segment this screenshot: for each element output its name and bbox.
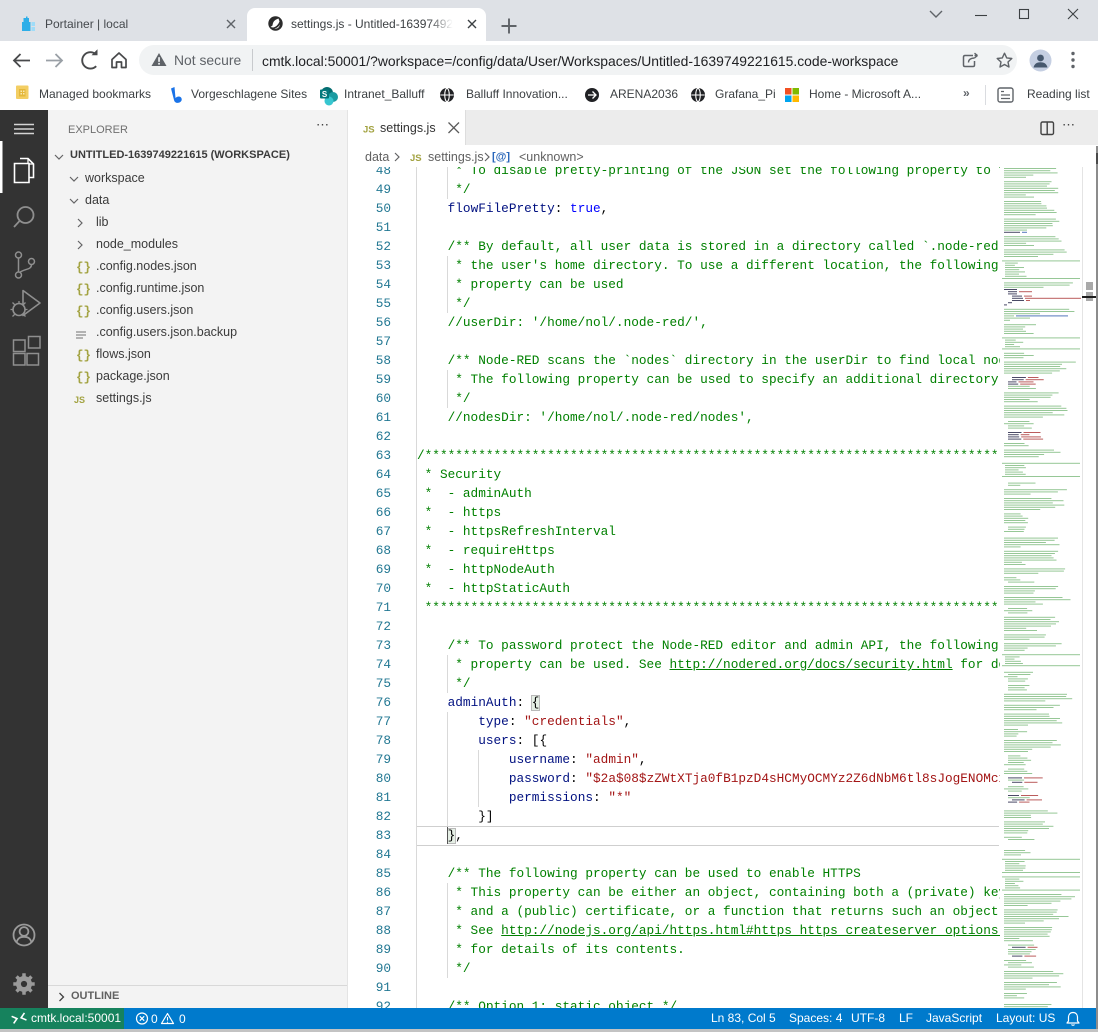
- svg-text:{}: {}: [76, 283, 91, 297]
- svg-text:0: 0: [151, 1012, 158, 1026]
- svg-text:0: 0: [179, 1012, 186, 1026]
- svg-text:{}: {}: [76, 349, 91, 363]
- svg-text:JS: JS: [410, 153, 422, 163]
- svg-text:JS: JS: [363, 125, 375, 136]
- svg-text:{}: {}: [76, 371, 91, 385]
- svg-text:S: S: [322, 90, 328, 99]
- svg-text:JS: JS: [74, 395, 85, 405]
- svg-text:{}: {}: [76, 261, 91, 275]
- svg-text:{}: {}: [76, 305, 91, 319]
